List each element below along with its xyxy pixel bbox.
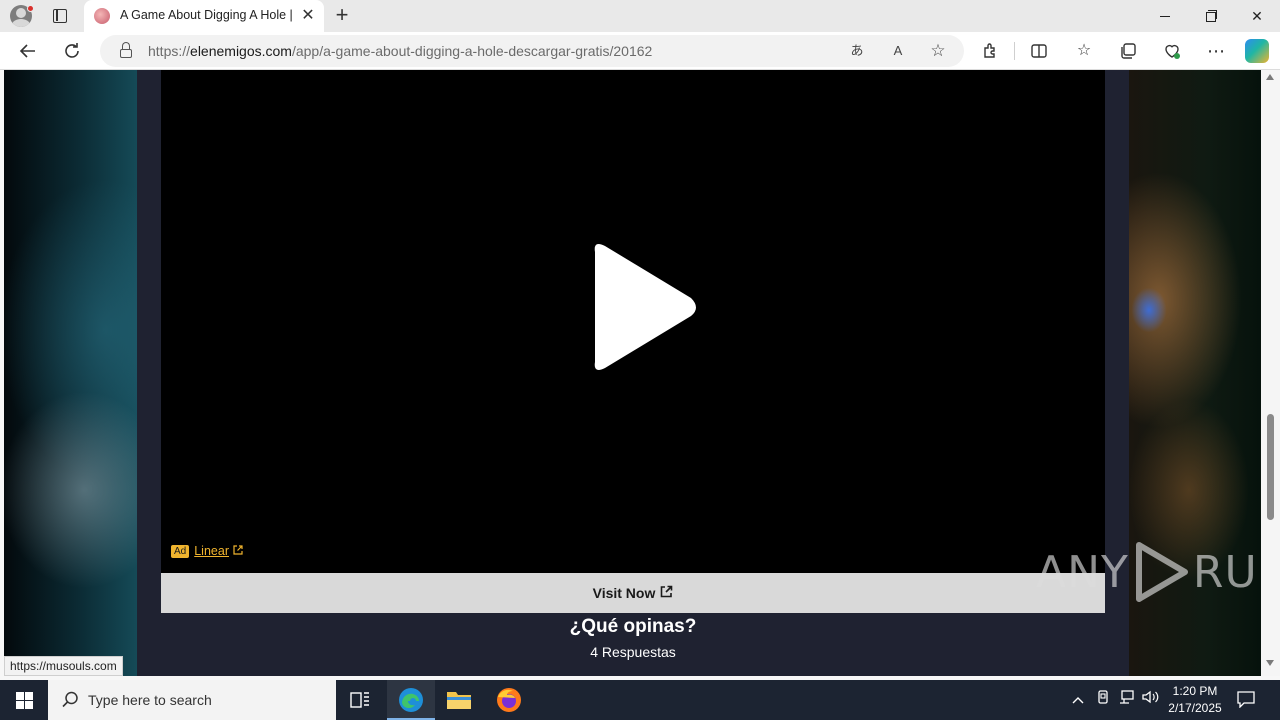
anyrun-watermark: ANY RUN (1036, 540, 1280, 604)
url-text[interactable]: https://elenemigos.com/app/a-game-about-… (148, 43, 652, 59)
tab-close-icon[interactable]: ✕ (298, 6, 318, 26)
firefox-icon (497, 688, 521, 712)
profile-notification-dot (27, 5, 34, 12)
copilot-icon[interactable] (1245, 39, 1269, 63)
url-host: elenemigos.com (190, 43, 292, 59)
clock-date: 2/17/2025 (1168, 701, 1222, 715)
scroll-down-arrow-icon[interactable] (1266, 660, 1274, 666)
windows-taskbar: Type here to search 1:20 PM 2/17/2025 (0, 680, 1280, 720)
translate-icon[interactable]: あ (846, 40, 868, 62)
split-screen-icon[interactable] (1028, 40, 1050, 62)
visit-now-button[interactable]: Visit Now (161, 573, 1105, 613)
main-content: Ad Linear Visit Now ¿Qué opinas? 4 Respu… (137, 70, 1129, 676)
task-view-icon (350, 692, 369, 708)
watermark-text-left: ANY (1036, 546, 1129, 598)
active-tab[interactable]: A Game About Digging A Hole | E ✕ (84, 0, 324, 32)
extensions-icon[interactable] (980, 40, 1002, 62)
show-hidden-icons-chevron-icon[interactable] (1068, 690, 1088, 710)
search-icon (62, 691, 78, 708)
start-button[interactable] (0, 680, 48, 720)
page-scrollbar[interactable] (1261, 70, 1280, 676)
comments-count[interactable]: 4 Respuestas (137, 644, 1129, 660)
network-icon[interactable] (1117, 690, 1137, 710)
restore-button[interactable] (1188, 0, 1234, 32)
read-aloud-icon[interactable]: A (887, 40, 909, 62)
collections-icon[interactable] (1117, 40, 1139, 62)
video-ad-player[interactable]: Ad Linear (161, 70, 1105, 573)
search-placeholder: Type here to search (88, 692, 212, 708)
url-path: /app/a-game-about-digging-a-hole-descarg… (291, 43, 653, 59)
external-link-icon[interactable] (233, 544, 243, 558)
lock-icon[interactable] (120, 42, 132, 58)
volume-icon[interactable] (1141, 690, 1161, 710)
comments-heading: ¿Qué opinas? (569, 616, 697, 637)
taskbar-edge[interactable] (387, 680, 435, 720)
new-tab-button[interactable]: + (330, 4, 354, 28)
site-favicon-icon (94, 8, 110, 24)
favorite-star-icon[interactable]: ☆ (927, 40, 949, 62)
taskbar-clock[interactable]: 1:20 PM 2/17/2025 (1160, 683, 1230, 717)
external-link-icon (660, 585, 673, 601)
visit-now-label: Visit Now (592, 585, 656, 601)
browser-toolbar: https://elenemigos.com/app/a-game-about-… (0, 32, 1280, 70)
background-art-left (4, 70, 137, 676)
folder-icon (447, 692, 471, 709)
clock-time: 1:20 PM (1172, 684, 1218, 698)
minimize-button[interactable] (1142, 0, 1188, 32)
close-window-button[interactable]: ✕ (1234, 0, 1280, 32)
performance-icon[interactable] (1161, 40, 1183, 62)
tray-device-icon[interactable] (1093, 690, 1113, 710)
back-button[interactable] (13, 36, 43, 66)
task-view-button[interactable] (336, 680, 384, 720)
ad-badge: Ad (171, 544, 190, 558)
taskbar-file-explorer[interactable] (435, 680, 483, 720)
status-bar-url: https://musouls.com (4, 656, 123, 676)
notification-center-icon[interactable] (1236, 690, 1258, 710)
address-bar[interactable]: https://elenemigos.com/app/a-game-about-… (100, 35, 964, 67)
taskbar-firefox[interactable] (485, 680, 533, 720)
watermark-play-icon (1135, 542, 1188, 602)
scrollbar-thumb[interactable] (1267, 414, 1274, 520)
scroll-up-arrow-icon[interactable] (1266, 74, 1274, 80)
edge-icon (399, 688, 423, 712)
tab-title: A Game About Digging A Hole | E (120, 8, 296, 22)
ad-attribution: Ad Linear (171, 543, 243, 559)
more-options-icon[interactable]: ⋯ (1205, 40, 1227, 62)
taskbar-search-box[interactable]: Type here to search (48, 680, 336, 720)
play-icon[interactable] (563, 238, 703, 378)
reload-button[interactable] (57, 36, 87, 66)
ad-advertiser-link[interactable]: Linear (194, 544, 229, 558)
favorites-icon[interactable]: ☆ (1073, 40, 1095, 62)
toolbar-divider (1014, 42, 1015, 60)
tab-actions-icon[interactable] (50, 6, 70, 26)
browser-titlebar: A Game About Digging A Hole | E ✕ + ✕ (0, 0, 1280, 32)
url-scheme: https:// (148, 43, 191, 59)
